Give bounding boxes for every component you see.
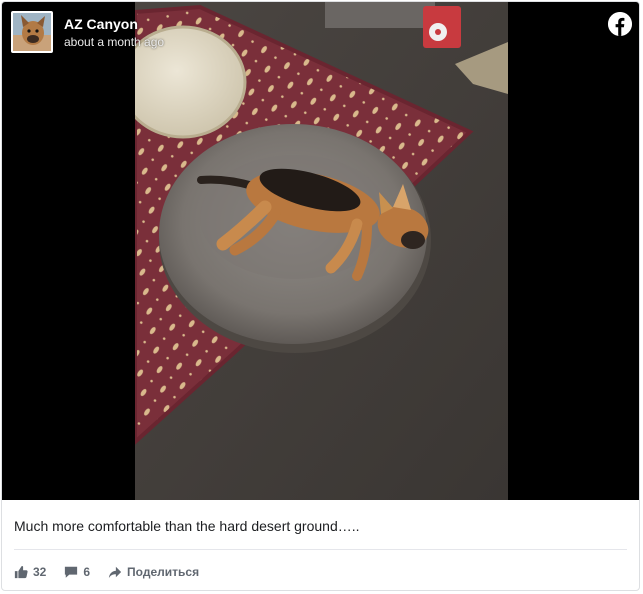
- share-label: Поделиться: [127, 565, 200, 579]
- author-name[interactable]: AZ Canyon: [64, 16, 138, 32]
- post-caption: Much more comfortable than the hard dese…: [14, 518, 360, 534]
- comment-button[interactable]: 6: [64, 565, 90, 579]
- share-button[interactable]: Поделиться: [108, 565, 199, 579]
- like-button[interactable]: 32: [14, 565, 46, 579]
- post-photo[interactable]: [135, 2, 508, 500]
- like-count: 32: [33, 565, 47, 579]
- thumbs-up-icon: [14, 565, 28, 579]
- post-media[interactable]: AZ Canyon about a month ago: [2, 2, 639, 500]
- sleeping-puppy-photo: [135, 2, 508, 500]
- post-actions: 32 6 Поделиться: [14, 562, 217, 582]
- avatar-dog-icon: [13, 13, 51, 51]
- share-arrow-icon: [108, 566, 122, 579]
- comment-count: 6: [83, 565, 91, 579]
- facebook-icon[interactable]: [608, 12, 632, 36]
- facebook-logo-glyph: [608, 12, 632, 36]
- post-timestamp[interactable]: about a month ago: [64, 35, 164, 49]
- facebook-post-card: AZ Canyon about a month ago Much more co…: [1, 1, 640, 591]
- divider: [14, 549, 627, 550]
- author-avatar[interactable]: [11, 11, 53, 53]
- comment-icon: [65, 566, 78, 578]
